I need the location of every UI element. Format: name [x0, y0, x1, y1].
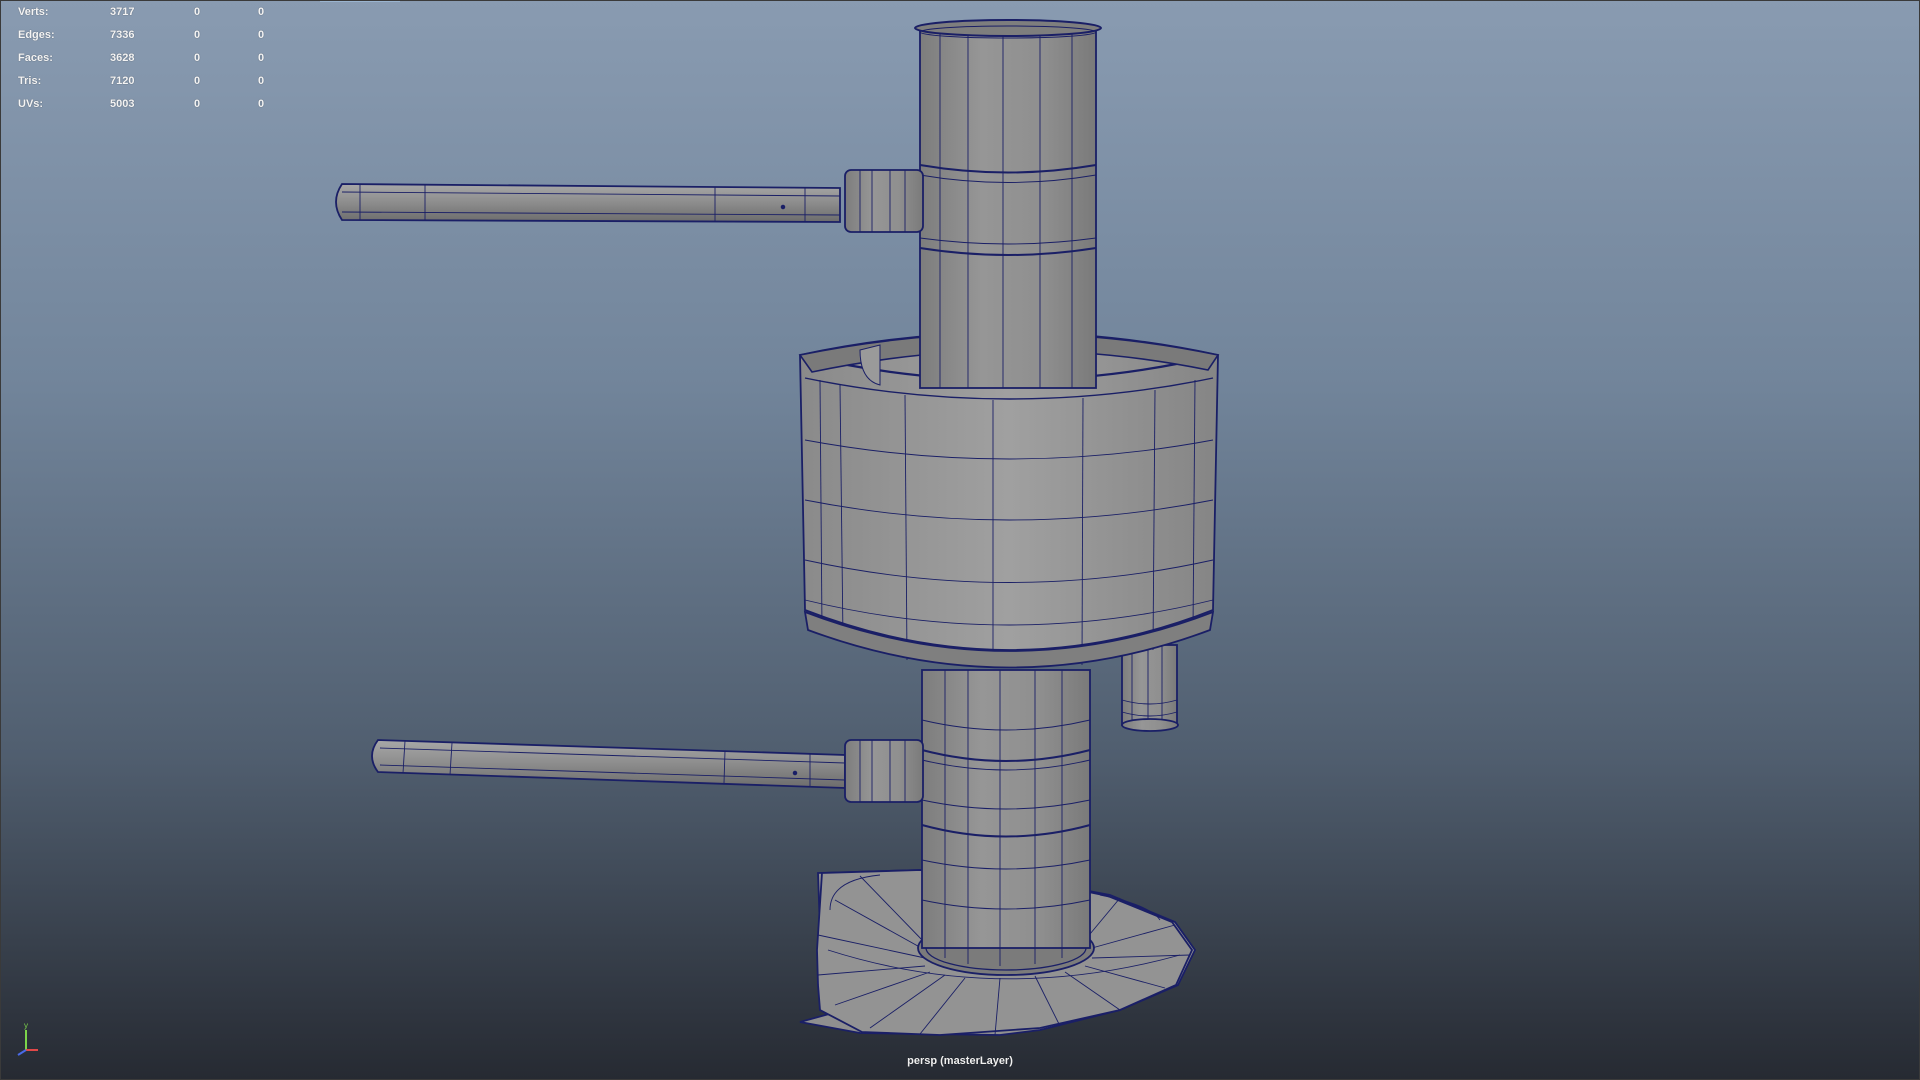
lower-handle: [371, 739, 924, 803]
view-axis-icon: y: [17, 1021, 38, 1056]
upper-column: [914, 19, 1102, 389]
axis-y-label: y: [24, 1021, 28, 1030]
lower-column: [921, 669, 1091, 966]
side-fitting: [1121, 644, 1179, 732]
viewport-panel[interactable]: Verts: 3717 0 0 Edges: 7336 0 0 Faces: 3…: [0, 0, 1920, 1080]
upper-handle: [335, 169, 924, 233]
camera-label: persp (masterLayer): [907, 1055, 1013, 1067]
wireframe-model[interactable]: [0, 0, 1920, 1080]
